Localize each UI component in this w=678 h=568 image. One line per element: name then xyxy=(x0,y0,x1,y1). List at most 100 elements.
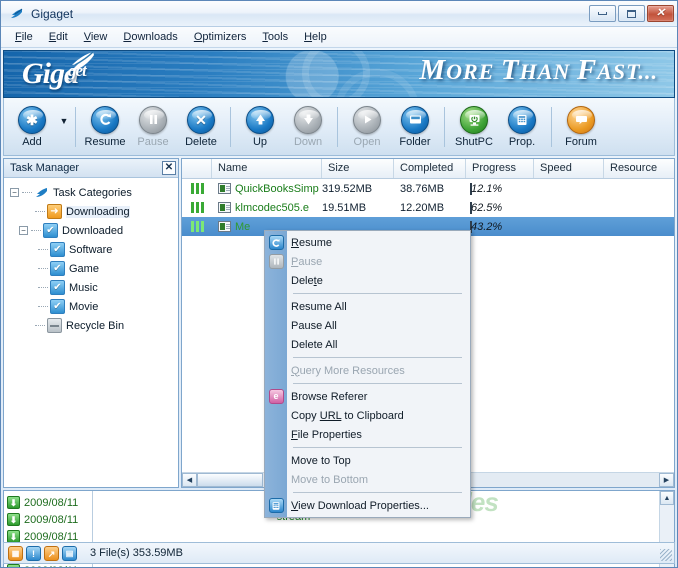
toolbar-divider-3 xyxy=(337,106,338,147)
open-button[interactable]: Open xyxy=(343,101,391,153)
tree-label: Software xyxy=(69,243,113,256)
tree-item-downloading[interactable]: Downloading xyxy=(8,202,178,221)
table-row[interactable]: klmcodec505.e 19.51MB 12.20MB 62.5% xyxy=(182,198,674,217)
properties-label: Prop. xyxy=(508,135,536,148)
column-resource[interactable]: Resource xyxy=(604,159,674,178)
context-menu-label: Resume xyxy=(291,236,332,249)
context-menu-item-view-download-properties[interactable]: View Download Properties... xyxy=(265,496,470,515)
add-button[interactable]: ✱ Add xyxy=(8,101,56,153)
downloaded-check-icon xyxy=(43,223,58,238)
tree-label: Recycle Bin xyxy=(66,319,125,332)
context-menu-item-browse-referer[interactable]: e Browse Referer xyxy=(265,387,470,406)
column-size[interactable]: Size xyxy=(322,159,394,178)
context-menu-label: Pause All xyxy=(291,319,337,332)
tree-item-task-categories[interactable]: − Task Categories xyxy=(8,183,178,202)
maximize-button[interactable] xyxy=(618,5,645,22)
running-state-icon xyxy=(182,183,212,194)
running-state-icon xyxy=(182,202,212,213)
context-menu-item-copy-url[interactable]: Copy URL to Clipboard xyxy=(265,406,470,425)
banner-tagline: MORE THAN FAST... xyxy=(419,54,658,86)
move-down-button[interactable]: Down xyxy=(284,101,332,153)
move-down-label: Down xyxy=(293,135,323,148)
row-name: klmcodec505.e xyxy=(235,201,309,214)
scroll-up-icon[interactable]: ▲ xyxy=(660,491,674,505)
add-dropdown-chevron-down-icon[interactable]: ▼ xyxy=(58,116,70,126)
forum-button[interactable]: Forum xyxy=(557,101,605,153)
list-item[interactable]: 2009/08/11 xyxy=(7,511,92,528)
menu-edit[interactable]: Edit xyxy=(41,29,76,45)
progress-bar: 12.1% xyxy=(470,182,503,195)
context-menu-label: Pause xyxy=(291,255,323,268)
scroll-left-icon[interactable]: ◀ xyxy=(182,473,197,487)
context-menu-item-delete-all[interactable]: Delete All xyxy=(265,335,470,354)
context-menu-item-delete[interactable]: Delete xyxy=(265,271,470,290)
context-menu-label: View Download Properties... xyxy=(291,499,429,512)
tree-item-downloaded[interactable]: − Downloaded xyxy=(8,221,178,240)
hscroll-thumb[interactable] xyxy=(197,473,263,487)
context-menu-item-move-to-bottom[interactable]: Move to Bottom xyxy=(265,470,470,489)
pause-label: Pause xyxy=(137,135,169,148)
delete-button[interactable]: ✕ Delete xyxy=(177,101,225,153)
column-state[interactable] xyxy=(182,159,212,178)
tree-item-music[interactable]: Music xyxy=(8,278,178,297)
minimize-button[interactable] xyxy=(589,5,616,22)
tree-item-recycle-bin[interactable]: Recycle Bin xyxy=(8,316,178,335)
row-completed: 38.76MB xyxy=(400,182,445,195)
forum-label: Forum xyxy=(565,135,597,148)
context-menu-item-move-to-top[interactable]: Move to Top xyxy=(265,451,470,470)
close-button[interactable]: ✕ xyxy=(647,5,674,22)
share-icon[interactable] xyxy=(44,545,59,561)
tree-connector xyxy=(35,325,45,326)
tree-item-movie[interactable]: Movie xyxy=(8,297,178,316)
column-completed[interactable]: Completed xyxy=(394,159,466,178)
table-row[interactable]: QuickBooksSimp 319.52MB 38.76MB 12.1% xyxy=(182,179,674,198)
list-item[interactable]: 2009/08/11 xyxy=(7,494,92,511)
download-context-menu: Resume Pause Delete Resume All Pause All xyxy=(264,230,471,518)
menu-help[interactable]: Help xyxy=(296,29,335,45)
move-down-icon xyxy=(294,105,322,134)
context-menu-item-resume-all[interactable]: Resume All xyxy=(265,297,470,316)
pause-button[interactable]: Pause xyxy=(129,101,177,153)
title-bar: Gigaget ✕ xyxy=(1,1,677,27)
grid-icon[interactable] xyxy=(8,545,23,561)
gigaget-bird-icon xyxy=(9,6,25,22)
column-name[interactable]: Name xyxy=(212,159,322,178)
menu-tools[interactable]: Tools xyxy=(254,29,296,45)
expander-minus-icon[interactable]: − xyxy=(10,188,19,197)
logo-bird-icon xyxy=(62,51,96,71)
downloading-icon xyxy=(47,204,62,219)
context-menu-item-query-more-resources[interactable]: Query More Resources xyxy=(265,361,470,380)
context-menu-item-file-properties[interactable]: File Properties xyxy=(265,425,470,444)
task-manager-close-icon[interactable]: ✕ xyxy=(162,161,176,175)
expander-minus-icon[interactable]: − xyxy=(19,226,28,235)
menu-optimizers[interactable]: Optimizers xyxy=(186,29,255,45)
shutpc-button[interactable]: ShutPC xyxy=(450,101,498,153)
context-menu-item-pause[interactable]: Pause xyxy=(265,252,470,271)
properties-button[interactable]: Prop. xyxy=(498,101,546,153)
scroll-right-icon[interactable]: ▶ xyxy=(659,473,674,487)
resume-icon xyxy=(265,235,287,250)
column-speed[interactable]: Speed xyxy=(534,159,604,178)
menu-downloads[interactable]: Downloads xyxy=(115,29,185,45)
row-name: QuickBooksSimp xyxy=(235,182,319,195)
alert-icon[interactable] xyxy=(26,545,41,561)
menu-file[interactable]: File xyxy=(7,29,41,45)
delete-x-icon: ✕ xyxy=(187,105,215,134)
tree-item-software[interactable]: Software xyxy=(8,240,178,259)
menu-view[interactable]: View xyxy=(76,29,116,45)
move-up-button[interactable]: Up xyxy=(236,101,284,153)
context-menu-item-resume[interactable]: Resume xyxy=(265,233,470,252)
download-complete-icon xyxy=(7,496,20,509)
column-progress[interactable]: Progress xyxy=(466,159,534,178)
resume-button[interactable]: Resume xyxy=(81,101,129,153)
resize-grip[interactable] xyxy=(660,549,672,561)
context-menu-divider xyxy=(293,383,462,384)
toolbar-divider-5 xyxy=(551,106,552,147)
context-menu-label: Resume All xyxy=(291,300,347,313)
info-icon[interactable] xyxy=(62,545,77,561)
folder-button[interactable]: Folder xyxy=(391,101,439,153)
tree-item-game[interactable]: Game xyxy=(8,259,178,278)
running-state-icon xyxy=(182,221,212,232)
context-menu-item-pause-all[interactable]: Pause All xyxy=(265,316,470,335)
window-controls: ✕ xyxy=(589,5,674,22)
